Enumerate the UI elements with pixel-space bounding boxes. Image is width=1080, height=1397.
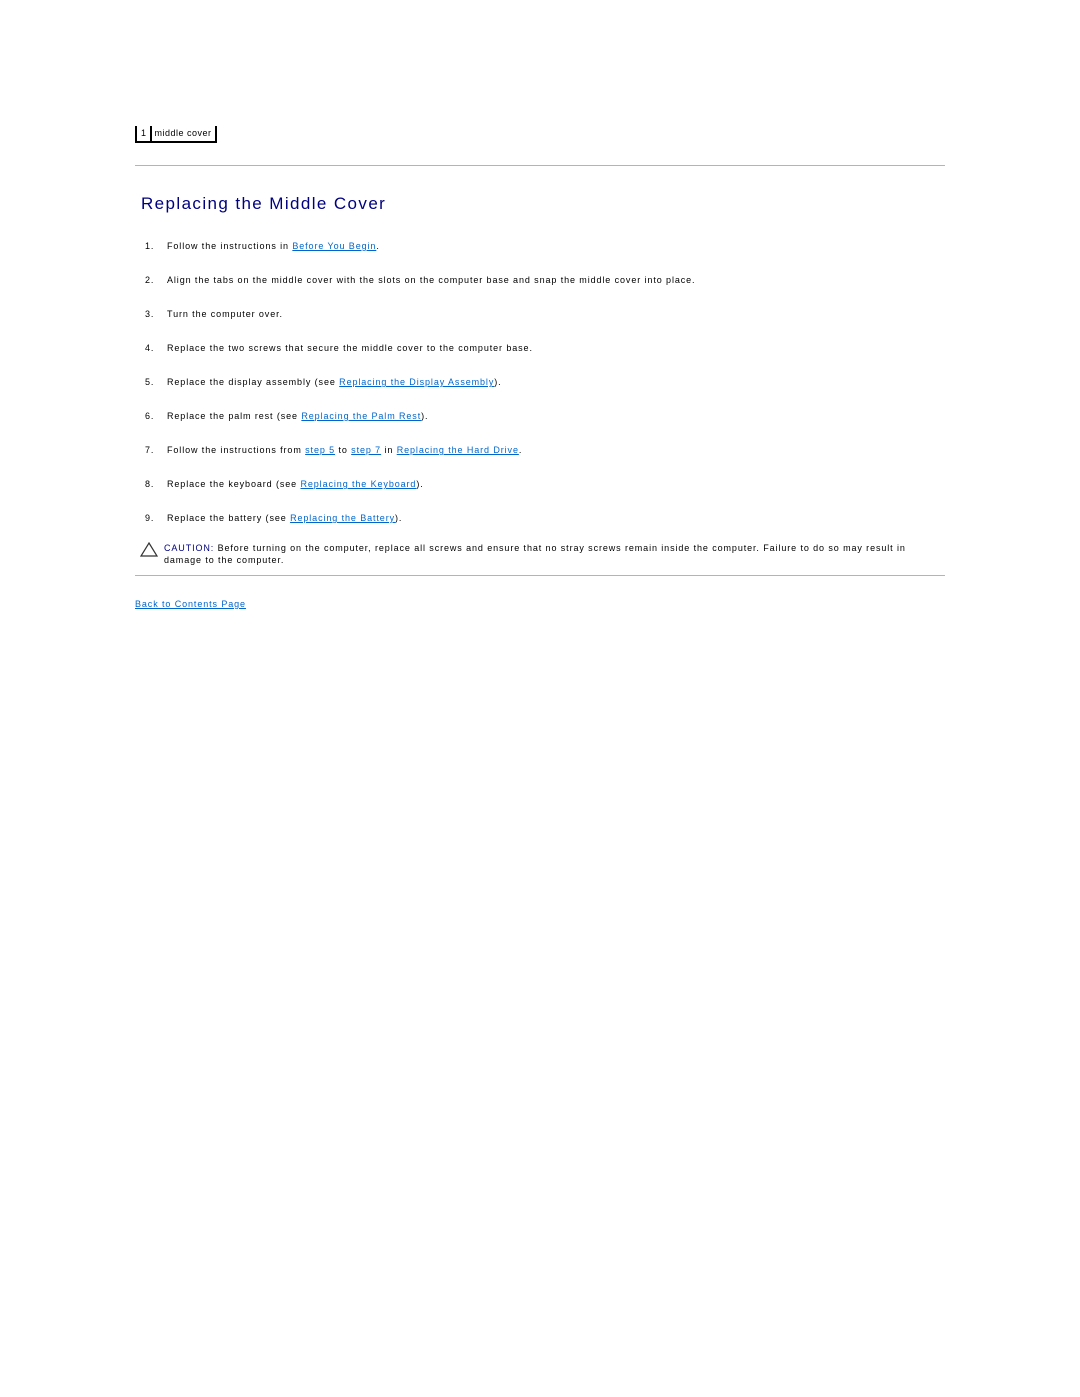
callout-label: middle cover	[150, 126, 217, 143]
step-number: 1.	[145, 241, 155, 251]
step-text-mid: to	[335, 445, 352, 455]
steps-list: 1. Follow the instructions in Before You…	[145, 240, 695, 546]
link-replacing-hard-drive[interactable]: Replacing the Hard Drive	[397, 445, 519, 455]
link-step-5[interactable]: step 5	[305, 445, 335, 455]
step-item: 8. Replace the keyboard (see Replacing t…	[145, 478, 695, 512]
caution-triangle-icon	[139, 541, 159, 557]
step-number: 3.	[145, 309, 155, 319]
link-replacing-display-assembly[interactable]: Replacing the Display Assembly	[339, 377, 494, 387]
divider-top	[135, 165, 945, 166]
caution-body: Before turning on the computer, replace …	[164, 543, 906, 565]
caution-label: CAUTION:	[164, 543, 215, 553]
step-text-post: ).	[416, 479, 424, 489]
step-item: 7. Follow the instructions from step 5 t…	[145, 444, 695, 478]
callout-row: 1 middle cover	[135, 126, 217, 143]
step-text-pre: Replace the palm rest (see	[167, 411, 302, 421]
step-text-post: ).	[421, 411, 429, 421]
step-text-post: .	[376, 241, 380, 251]
callout-number: 1	[135, 126, 152, 143]
back-to-contents-link[interactable]: Back to Contents Page	[135, 598, 246, 610]
callout-table: 1 middle cover	[135, 126, 217, 143]
step-number: 5.	[145, 377, 155, 387]
step-text-post: ).	[395, 513, 403, 523]
link-replacing-palm-rest[interactable]: Replacing the Palm Rest	[301, 411, 421, 421]
step-text: Replace the palm rest (see Replacing the…	[167, 410, 428, 444]
step-text-pre: Replace the display assembly (see	[167, 377, 340, 387]
step-text: Align the tabs on the middle cover with …	[167, 275, 696, 285]
caution-text: CAUTION: Before turning on the computer,…	[164, 543, 940, 566]
step-text-pre: Follow the instructions in	[167, 241, 293, 251]
step-item: 3. Turn the computer over.	[145, 308, 695, 342]
step-number: 8.	[145, 479, 155, 489]
step-text: Follow the instructions in Before You Be…	[167, 240, 380, 274]
step-text-post: .	[518, 445, 523, 455]
step-text: Follow the instructions from step 5 to s…	[167, 444, 522, 478]
step-text-post: ).	[494, 377, 502, 387]
step-number: 4.	[145, 343, 155, 353]
step-text-mid: in	[381, 445, 397, 455]
step-number: 7.	[145, 445, 155, 455]
caution-notice: CAUTION: Before turning on the computer,…	[139, 541, 940, 566]
step-item: 1. Follow the instructions in Before You…	[145, 240, 695, 274]
step-number: 6.	[145, 411, 155, 421]
step-text-pre: Replace the battery (see	[167, 513, 291, 523]
link-step-7[interactable]: step 7	[351, 445, 381, 455]
step-item: 5. Replace the display assembly (see Rep…	[145, 376, 695, 410]
link-replacing-battery[interactable]: Replacing the Battery	[290, 513, 395, 523]
step-item: 4. Replace the two screws that secure th…	[145, 342, 695, 376]
section-title: Replacing the Middle Cover	[141, 194, 387, 213]
step-text-pre: Follow the instructions from	[167, 445, 306, 455]
step-text: Replace the display assembly (see Replac…	[167, 376, 502, 410]
step-text: Replace the two screws that secure the m…	[167, 343, 533, 353]
link-before-you-begin[interactable]: Before You Begin	[292, 241, 376, 251]
step-text: Replace the keyboard (see Replacing the …	[167, 478, 424, 512]
divider-bottom	[135, 575, 945, 576]
step-item: 2. Align the tabs on the middle cover wi…	[145, 274, 695, 308]
step-number: 2.	[145, 275, 155, 285]
link-replacing-keyboard[interactable]: Replacing the Keyboard	[300, 479, 416, 489]
step-item: 6. Replace the palm rest (see Replacing …	[145, 410, 695, 444]
step-text: Turn the computer over.	[167, 309, 283, 319]
step-text-pre: Replace the keyboard (see	[167, 479, 301, 489]
